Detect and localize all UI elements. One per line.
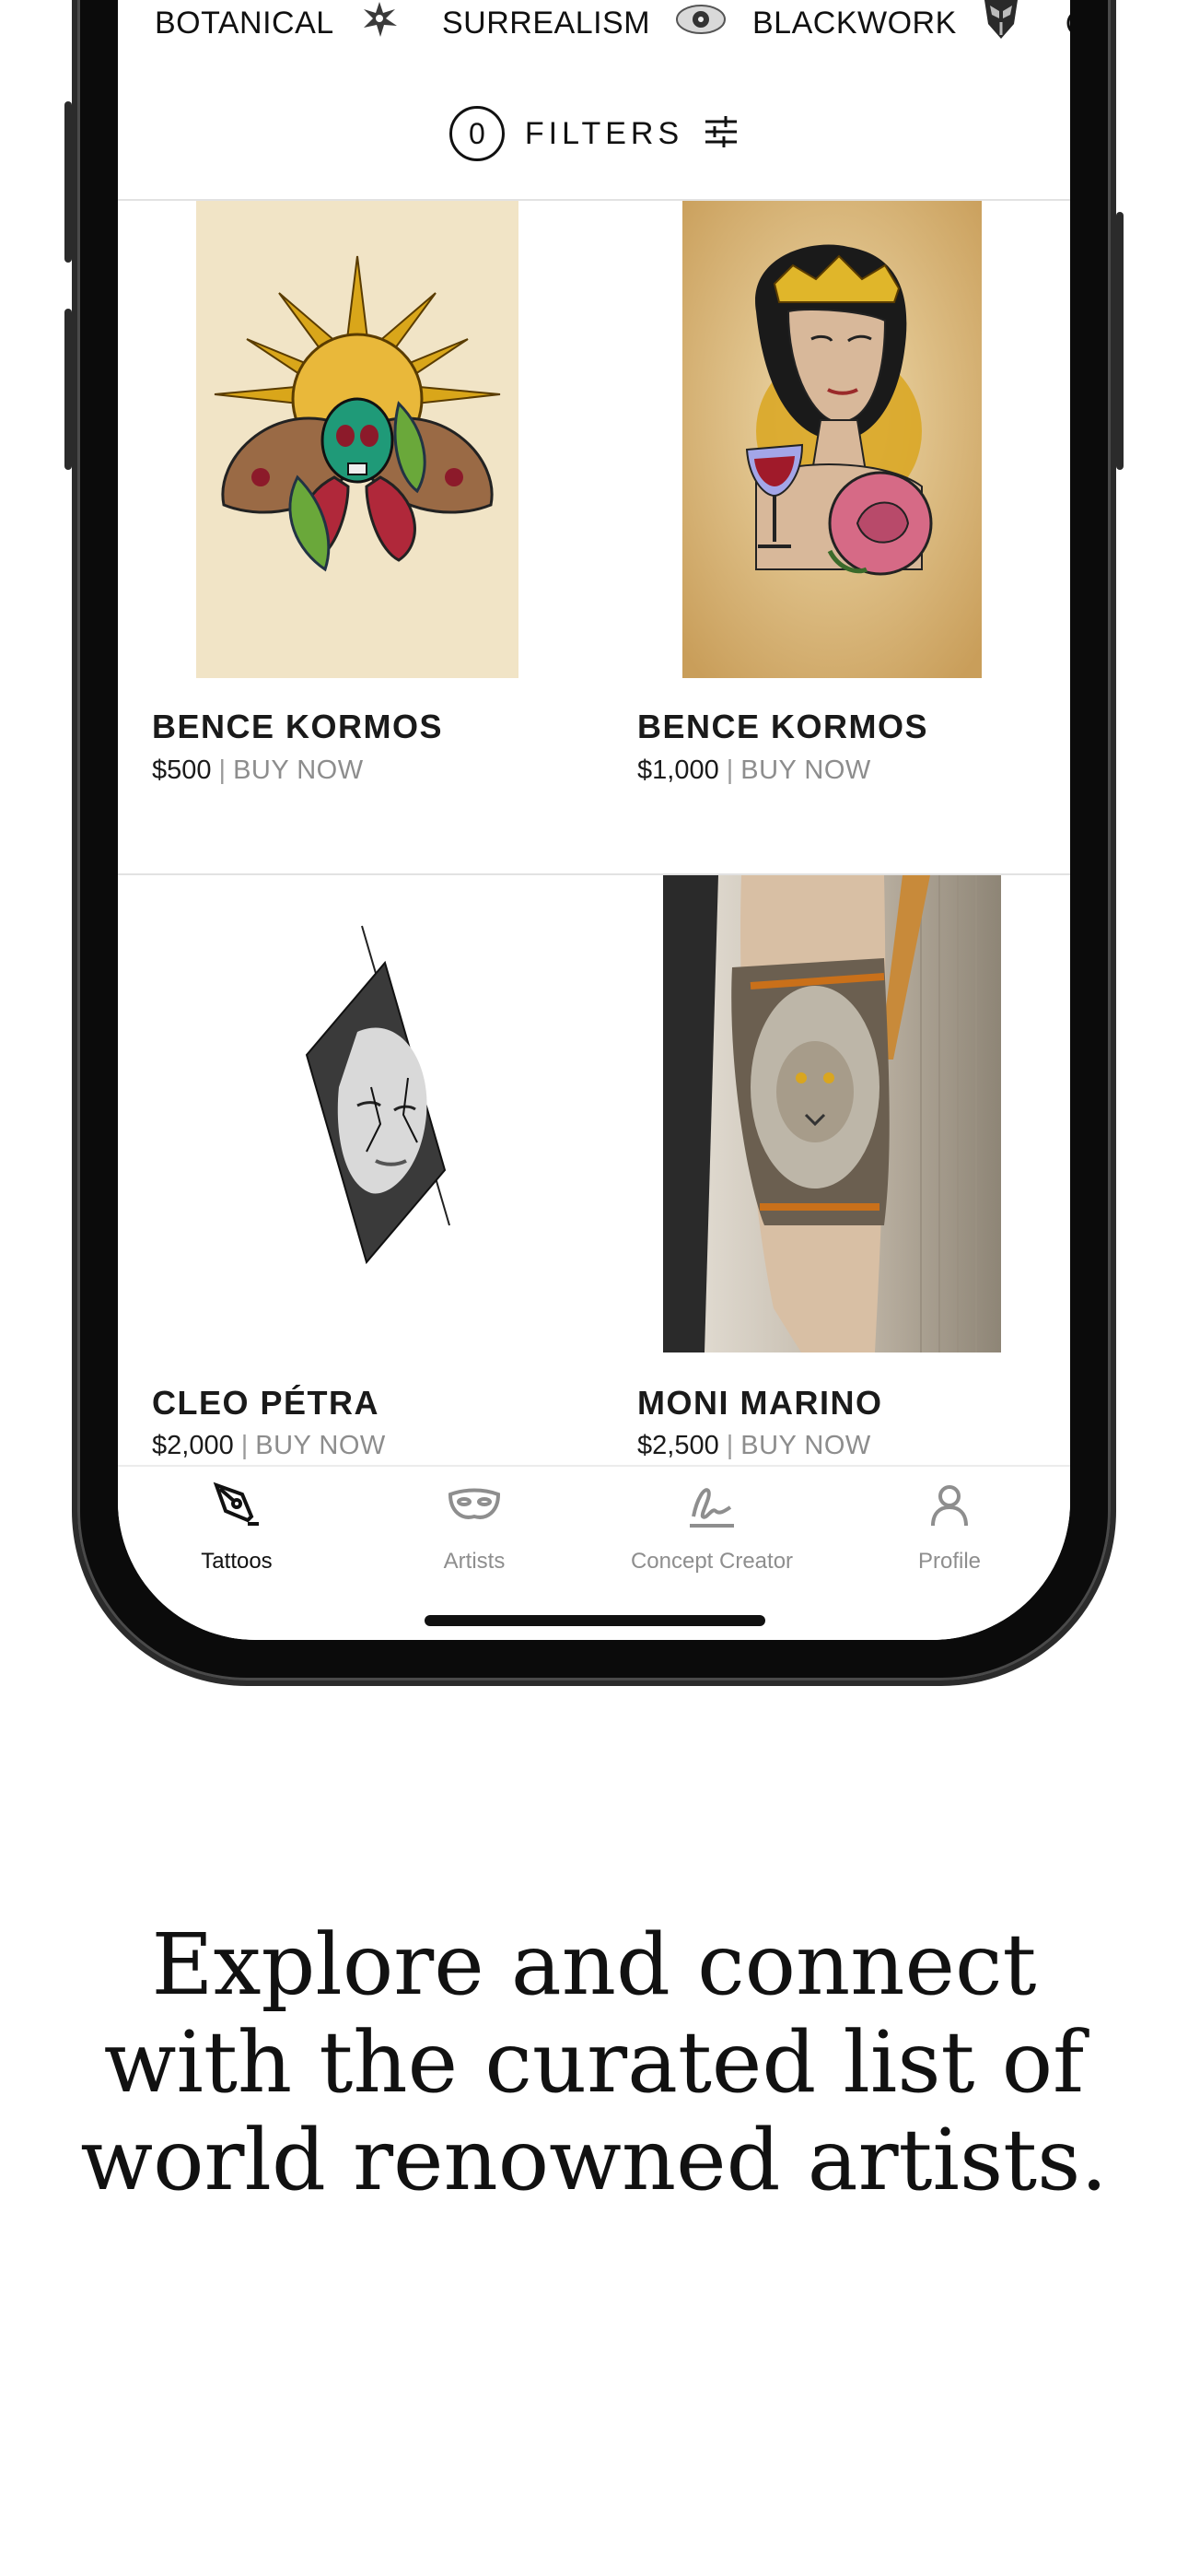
blackwork-mask-icon [981, 0, 1021, 51]
phone-power-button [1116, 212, 1124, 470]
filter-label: FILTERS [524, 115, 684, 151]
tagline-line: with the curated list of [103, 2013, 1085, 2112]
tattoo-card-image[interactable] [196, 875, 565, 1352]
marketing-tagline: Explore and connect with the curated lis… [0, 1916, 1188, 2209]
buy-now-link[interactable]: BUY NOW [740, 755, 871, 785]
tattoo-card-image[interactable] [682, 201, 982, 678]
tattoo-card-image[interactable] [663, 875, 1001, 1352]
artist-name[interactable]: MONI MARINO [637, 1384, 882, 1423]
price: $500 [152, 755, 212, 785]
artist-name[interactable]: CLEO PÉTRA [152, 1384, 379, 1423]
category-botanical[interactable]: BOTANICAL [155, 0, 401, 46]
tab-label: Profile [917, 1549, 982, 1574]
filter-count-badge: 0 [448, 106, 505, 161]
tab-label: Tattoos [201, 1549, 273, 1574]
buy-now-link[interactable]: BUY NOW [740, 1431, 871, 1460]
artist-name[interactable]: BENCE KORMOS [152, 708, 443, 746]
category-label: BOTANICAL [155, 5, 334, 41]
buy-now-link[interactable]: BUY NOW [255, 1431, 386, 1460]
signature-pen-icon [684, 1480, 740, 1536]
category-surrealism[interactable]: SURREALISM [442, 0, 728, 46]
profile-person-icon [924, 1480, 975, 1536]
tab-profile[interactable]: Profile [831, 1480, 1068, 1590]
category-blackwork[interactable]: BLACKWORK [752, 0, 1021, 46]
filters-button[interactable]: 0 FILTERS [118, 101, 1070, 166]
artist-name[interactable]: BENCE KORMOS [637, 708, 928, 746]
category-row: BOTANICAL SURREALISM BLACKWORK [118, 0, 1070, 55]
separator: | [726, 755, 734, 785]
app-screen: BOTANICAL SURREALISM BLACKWORK 0 FILTERS… [118, 0, 1070, 1640]
tagline-line: world renowned artists. [80, 2111, 1108, 2209]
tab-concept-creator[interactable]: Concept Creator [593, 1480, 831, 1590]
buy-now-link[interactable]: BUY NOW [233, 755, 364, 785]
separator: | [726, 1431, 734, 1460]
sliders-icon [704, 114, 739, 154]
bottom-tab-bar: Tattoos Artists Concept Creator Profile [118, 1465, 1070, 1640]
price-row: $500 | BUY NOW [152, 755, 364, 786]
tagline-line: Explore and connect [151, 1915, 1037, 2014]
tab-tattoos[interactable]: Tattoos [118, 1480, 355, 1590]
tab-artists[interactable]: Artists [355, 1480, 593, 1590]
botanical-flower-icon [358, 0, 401, 49]
category-label: BLACKWORK [752, 5, 957, 41]
artist-mask-icon [447, 1480, 502, 1536]
separator: | [218, 755, 227, 785]
price: $2,000 [152, 1431, 234, 1460]
price-row: $2,500 | BUY NOW [637, 1431, 871, 1461]
surrealism-eye-icon [674, 1, 728, 46]
phone-side-button [64, 101, 72, 263]
tab-label: Artists [443, 1549, 506, 1574]
category-label: SURREALISM [442, 5, 651, 41]
tattoo-pen-icon [211, 1480, 262, 1536]
category-partial[interactable] [1064, 0, 1070, 46]
home-indicator[interactable] [425, 1615, 765, 1626]
phone-side-button [64, 309, 72, 470]
tab-label: Concept Creator [630, 1549, 794, 1574]
price: $1,000 [637, 755, 719, 785]
tattoo-card-image[interactable] [196, 201, 518, 678]
price-row: $2,000 | BUY NOW [152, 1431, 386, 1461]
price: $2,500 [637, 1431, 719, 1460]
price-row: $1,000 | BUY NOW [637, 755, 871, 786]
separator: | [240, 1431, 249, 1460]
